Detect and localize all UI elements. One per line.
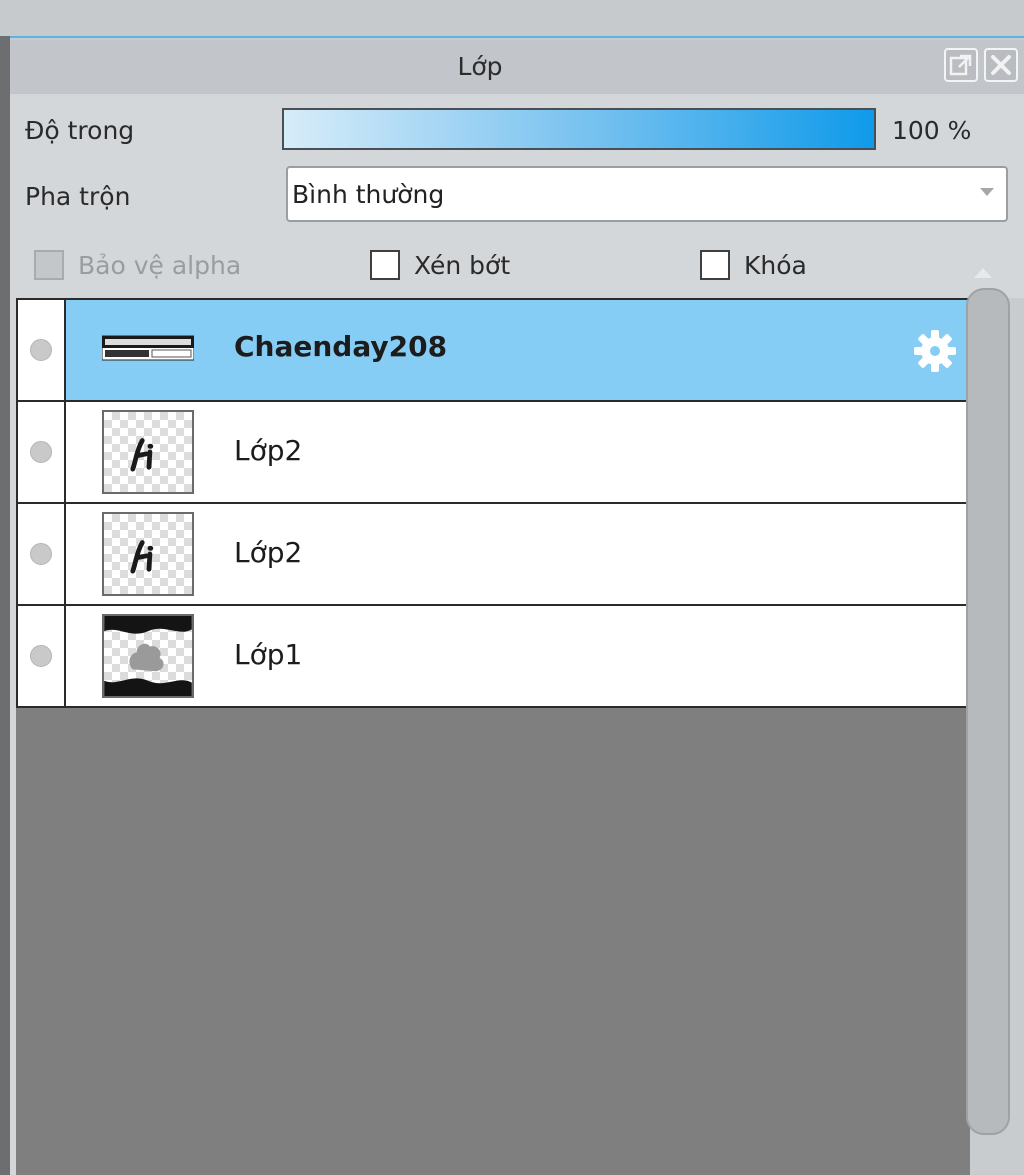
visibility-dot-icon <box>30 543 52 565</box>
opacity-slider[interactable] <box>282 108 876 150</box>
visibility-toggle[interactable] <box>18 606 66 706</box>
panel-title: Lớp <box>457 52 503 81</box>
visibility-toggle[interactable] <box>18 402 66 502</box>
chevron-down-icon <box>980 188 994 196</box>
blend-mode-value: Bình thường <box>292 180 445 209</box>
layer-row-lop2-b[interactable]: Lớp2 <box>18 504 968 606</box>
text-folder-thumbnail <box>102 334 194 364</box>
layer-body[interactable]: Lớp2 <box>66 504 968 604</box>
opacity-value: 100 % <box>892 116 972 145</box>
layer-row-lop1[interactable]: Lớp1 <box>18 606 968 708</box>
lock-checkbox[interactable]: Khóa <box>700 250 807 280</box>
layer-row-chaenday208[interactable]: Chaenday208 <box>18 300 968 402</box>
scroll-up-icon[interactable] <box>974 268 992 278</box>
layer-name: Lớp1 <box>234 638 303 671</box>
li-thumbnail <box>102 410 194 494</box>
visibility-toggle[interactable] <box>18 300 66 400</box>
layer-name: Lớp2 <box>234 536 303 569</box>
visibility-dot-icon <box>30 339 52 361</box>
visibility-dot-icon <box>30 645 52 667</box>
clipping-checkbox[interactable]: Xén bớt <box>370 250 510 280</box>
blend-mode-label: Pha trộn <box>25 182 131 211</box>
layer-name: Lớp2 <box>234 434 303 467</box>
layer-name: Chaenday208 <box>234 330 448 363</box>
popout-button[interactable] <box>944 48 978 82</box>
clipping-label: Xén bớt <box>414 250 511 280</box>
blend-mode-select[interactable]: Bình thường <box>286 166 1008 222</box>
close-button[interactable] <box>984 48 1018 82</box>
layer-body[interactable]: Chaenday208 <box>66 300 968 400</box>
scrollbar-thumb[interactable] <box>966 288 1010 1135</box>
gear-icon[interactable] <box>912 328 958 374</box>
checkbox-box <box>700 250 730 280</box>
protect-alpha-checkbox[interactable]: Bảo vệ alpha <box>34 250 241 280</box>
visibility-dot-icon <box>30 441 52 463</box>
protect-alpha-label: Bảo vệ alpha <box>78 250 242 280</box>
checkbox-box <box>370 250 400 280</box>
opacity-label: Độ trong <box>25 116 135 145</box>
checkbox-box <box>34 250 64 280</box>
left-edge <box>0 36 10 1175</box>
close-icon <box>991 55 1011 75</box>
layer-panel: Lớp Độ trong 100 % Pha trộn Bình thường … <box>10 40 1024 1175</box>
panel-titlebar[interactable]: Lớp <box>10 40 1024 94</box>
layer-body[interactable]: Lớp2 <box>66 402 968 502</box>
visibility-toggle[interactable] <box>18 504 66 604</box>
frame-thumbnail <box>102 614 194 698</box>
layer-row-lop2-a[interactable]: Lớp2 <box>18 402 968 504</box>
layer-body[interactable]: Lớp1 <box>66 606 968 706</box>
top-band <box>0 0 1024 38</box>
lock-label: Khóa <box>744 250 807 280</box>
layer-list: Chaenday208 Lớp2 Lớp2 Lớp1 <box>16 298 970 708</box>
li-thumbnail <box>102 512 194 596</box>
popout-icon <box>949 54 972 76</box>
layer-list-area[interactable]: Chaenday208 Lớp2 Lớp2 Lớp1 <box>16 298 970 1175</box>
